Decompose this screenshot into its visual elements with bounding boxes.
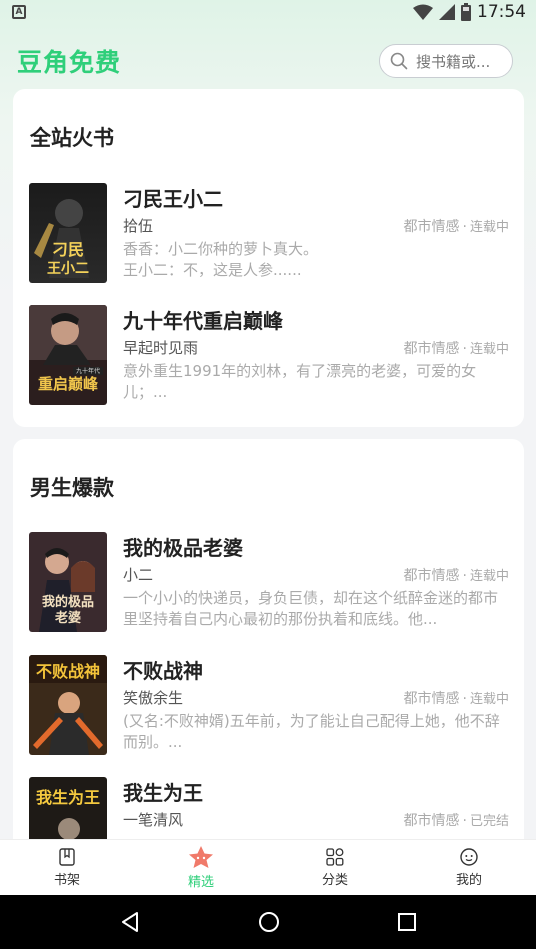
section-title: 男生爆款 bbox=[30, 476, 114, 500]
bookshelf-icon bbox=[59, 848, 75, 866]
home-icon[interactable] bbox=[258, 911, 280, 933]
book-item[interactable]: 刁民 王小二 刁民王小二 拾伍 都市情感 · 连载中 香香：小二你种的萝卜真大。 王… bbox=[29, 183, 509, 285]
book-description: 香香：小二你种的萝卜真大。 王小二：不，这是人参...... bbox=[123, 240, 319, 279]
book-status: 连载中 bbox=[469, 569, 509, 584]
book-meta: 都市情感 · 连载中 bbox=[403, 219, 509, 235]
book-cover: 我的极品 老婆 bbox=[29, 532, 107, 632]
book-author: 一笔清风 bbox=[123, 811, 184, 829]
back-icon[interactable] bbox=[119, 911, 141, 933]
status-bar: A 17:54 bbox=[0, 0, 536, 24]
svg-text:我的极品: 我的极品 bbox=[42, 594, 94, 610]
book-cover: 我生为王 bbox=[29, 777, 107, 839]
book-cover: 不败战神 bbox=[29, 655, 107, 755]
notification-a-icon: A bbox=[12, 5, 26, 19]
book-title: 不败战神 bbox=[123, 659, 203, 683]
book-author: 拾伍 bbox=[123, 217, 154, 235]
book-description: 意外重生1991年的刘林，有了漂亮的老婆，可爱的女儿；... bbox=[123, 362, 477, 401]
profile-icon bbox=[460, 848, 478, 866]
book-author: 早起时见雨 bbox=[123, 339, 199, 357]
book-category: 都市情感 bbox=[403, 568, 460, 584]
tab-profile[interactable]: 我的 bbox=[402, 847, 536, 888]
book-meta: 都市情感 · 连载中 bbox=[403, 691, 509, 707]
book-description: (又名:不败神婿)五年前，为了能让自己配得上她，他不辞而别。... bbox=[123, 712, 500, 751]
search-icon bbox=[390, 52, 408, 70]
system-nav-bar bbox=[0, 895, 536, 949]
book-item[interactable]: 我的极品 老婆 我的极品老婆 小二 都市情感 · 连载中 一个小小的快递员，身负巨债… bbox=[29, 532, 509, 634]
book-status: 连载中 bbox=[469, 220, 509, 235]
book-title: 我生为王 bbox=[123, 781, 203, 805]
wifi-icon bbox=[413, 4, 433, 20]
featured-icon bbox=[189, 846, 213, 868]
book-item[interactable]: 不败战神 不败战神 笑傲余生 都市情感 · 连载中 (又名:不败神婿)五年前，为了能… bbox=[29, 655, 509, 757]
svg-text:九十年代: 九十年代 bbox=[76, 367, 100, 375]
category-icon bbox=[326, 848, 344, 866]
section-male-hits: 男生爆款 我的极品 老婆 我的极品老婆 小二 都市情感 · 连载中 一个小小的快递员… bbox=[13, 439, 524, 859]
tab-label: 书架 bbox=[53, 873, 80, 888]
signal-icon bbox=[439, 4, 455, 20]
section-title: 全站火书 bbox=[30, 126, 114, 150]
book-title: 我的极品老婆 bbox=[123, 536, 243, 560]
book-description: 一个小小的快递员，身负巨债，却在这个纸醉金迷的都市里坚持着自己内心最初的那份执着… bbox=[123, 589, 499, 628]
section-hot-books: 全站火书 刁民 王小二 刁民王小二 拾伍 都市情感 · 连载中 香香：小二你种的萝卜… bbox=[13, 89, 524, 427]
tab-category[interactable]: 分类 bbox=[268, 847, 402, 888]
book-category: 都市情感 bbox=[403, 341, 460, 357]
battery-icon bbox=[461, 3, 471, 21]
book-status: 连载中 bbox=[469, 692, 509, 707]
tab-label: 我的 bbox=[455, 873, 482, 888]
book-author: 笑傲余生 bbox=[123, 689, 184, 707]
book-category: 都市情感 bbox=[403, 691, 460, 707]
book-item[interactable]: 我生为王 我生为王 一笔清风 都市情感 · 已完结 bbox=[29, 777, 509, 839]
svg-text:重启巅峰: 重启巅峰 bbox=[38, 375, 99, 393]
book-meta: 都市情感 · 连载中 bbox=[403, 568, 509, 584]
book-author: 小二 bbox=[123, 566, 154, 584]
tab-label: 精选 bbox=[187, 875, 214, 890]
book-cover: 刁民 王小二 bbox=[29, 183, 107, 283]
book-meta: 都市情感 · 连载中 bbox=[403, 341, 509, 357]
tab-label: 分类 bbox=[321, 873, 348, 888]
recents-icon[interactable] bbox=[397, 912, 417, 932]
book-category: 都市情感 bbox=[403, 219, 460, 235]
book-status: 连载中 bbox=[469, 342, 509, 357]
book-title: 刁民王小二 bbox=[123, 187, 223, 211]
svg-text:刁民: 刁民 bbox=[52, 240, 84, 259]
book-item[interactable]: 九十年代 重启巅峰 九十年代重启巅峰 早起时见雨 都市情感 · 连载中 意外重生19… bbox=[29, 305, 509, 407]
svg-text:不败战神: 不败战神 bbox=[36, 662, 100, 681]
svg-text:王小二: 王小二 bbox=[47, 261, 89, 277]
book-cover: 九十年代 重启巅峰 bbox=[29, 305, 107, 405]
svg-text:我生为王: 我生为王 bbox=[36, 788, 100, 807]
svg-text:老婆: 老婆 bbox=[54, 610, 81, 626]
tab-bookshelf[interactable]: 书架 bbox=[0, 847, 134, 888]
book-meta: 都市情感 · 已完结 bbox=[403, 813, 509, 829]
status-time: 17:54 bbox=[477, 2, 526, 22]
bottom-tab-bar: 书架 精选 分类 我的 bbox=[0, 839, 536, 895]
book-category: 都市情感 bbox=[403, 813, 460, 829]
app-title: 豆角免费 bbox=[17, 48, 122, 77]
app-header: 豆角免费 搜书籍或... bbox=[0, 38, 536, 84]
tab-featured[interactable]: 精选 bbox=[134, 845, 268, 890]
book-title: 九十年代重启巅峰 bbox=[123, 309, 283, 333]
search-placeholder: 搜书籍或... bbox=[416, 52, 491, 71]
book-status: 已完结 bbox=[469, 814, 509, 829]
search-input[interactable]: 搜书籍或... bbox=[379, 44, 513, 78]
